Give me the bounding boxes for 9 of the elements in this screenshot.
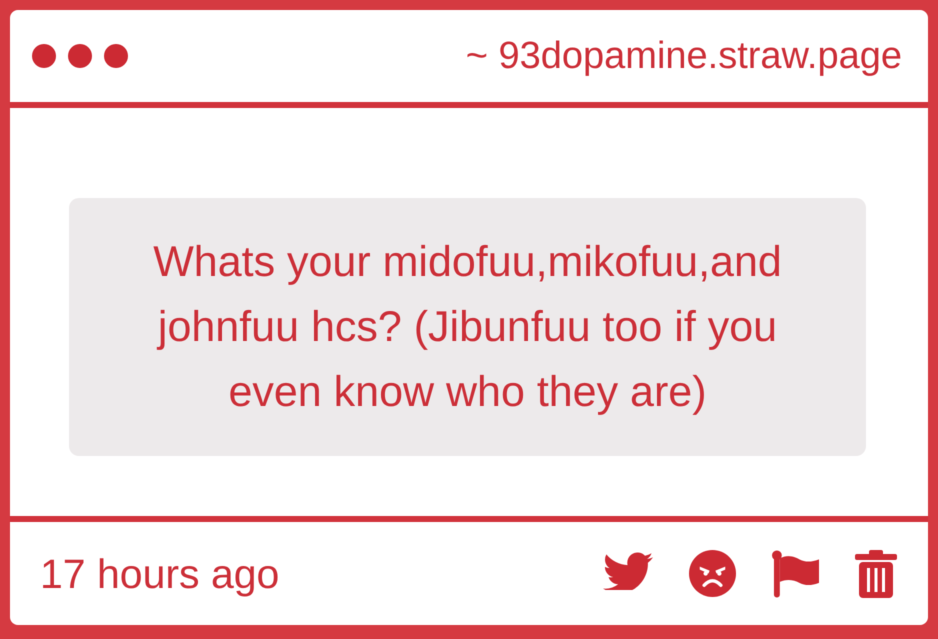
site-title: ~ 93dopamine.straw.page xyxy=(466,34,902,78)
window-dot-icon xyxy=(32,44,56,68)
angry-face-icon[interactable] xyxy=(689,550,736,597)
trash-icon[interactable] xyxy=(855,550,897,598)
question-text: Whats your midofuu,mikofuu,and johnfuu hcs? (Jibunfuu too if you even know who they are) xyxy=(152,236,783,418)
timestamp: 17 hours ago xyxy=(40,550,280,598)
window-dot-icon xyxy=(68,44,92,68)
window-dot-icon xyxy=(104,44,128,68)
flag-icon[interactable] xyxy=(772,550,819,598)
